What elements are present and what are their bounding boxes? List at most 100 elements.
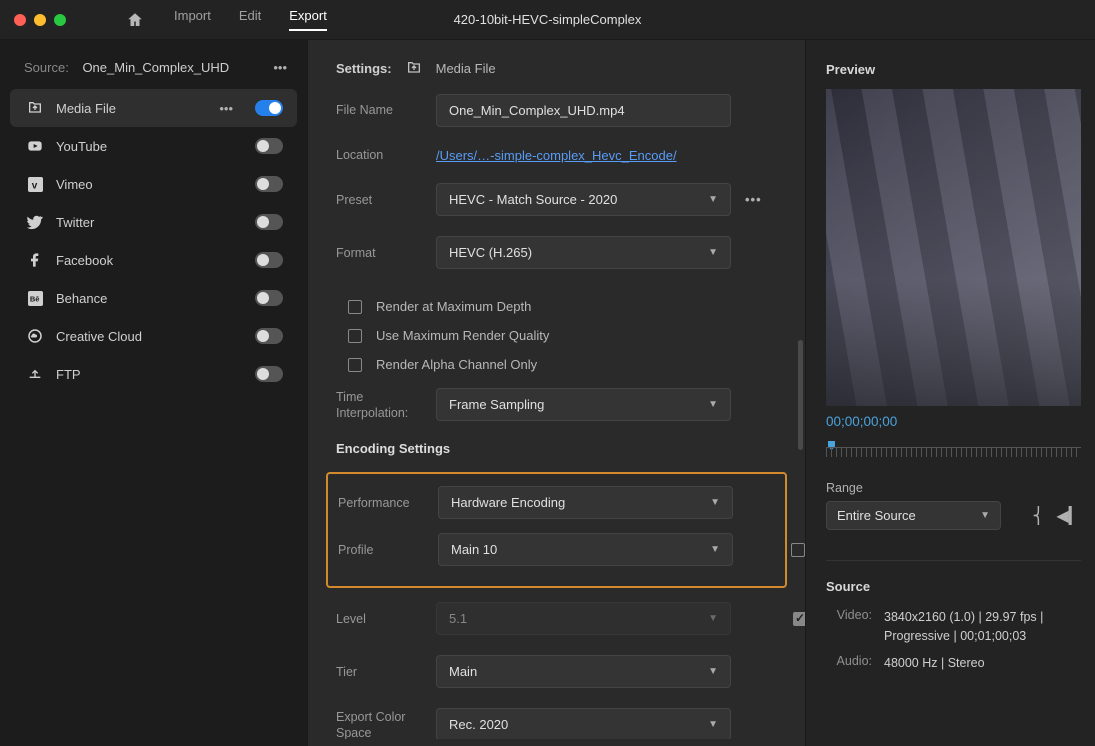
dest-toggle[interactable]	[255, 328, 283, 344]
mark-in-button[interactable]: ⎨	[1032, 506, 1044, 526]
performance-select[interactable]: Hardware Encoding ▼	[438, 486, 733, 519]
check-alpha-only[interactable]: Render Alpha Channel Only	[348, 357, 777, 372]
preset-more-button[interactable]: •••	[745, 192, 762, 207]
checkbox-icon	[348, 300, 362, 314]
time-interp-value: Frame Sampling	[449, 397, 544, 412]
dest-label: FTP	[56, 367, 243, 382]
settings-label: Settings:	[336, 61, 392, 76]
tab-edit[interactable]: Edit	[239, 8, 261, 31]
behance-icon: Bē	[26, 289, 44, 307]
dest-toggle[interactable]	[255, 138, 283, 154]
export-icon	[26, 99, 44, 117]
video-info-label: Video:	[826, 608, 872, 646]
location-link[interactable]: /Users/…-simple-complex_Hevc_Encode/	[436, 148, 677, 163]
source-more-icon[interactable]: •••	[271, 60, 289, 75]
dest-media-file[interactable]: Media File •••	[10, 89, 297, 127]
check-label: Render Alpha Channel Only	[376, 357, 537, 372]
dest-toggle[interactable]	[255, 100, 283, 116]
performance-label: Performance	[338, 495, 438, 511]
tier-select[interactable]: Main ▼	[436, 655, 731, 688]
audio-info-label: Audio:	[826, 654, 872, 673]
video-info-value: 3840x2160 (1.0) | 29.97 fps | Progressiv…	[884, 608, 1081, 646]
creativecloud-icon	[26, 327, 44, 345]
preview-panel: Preview 00;00;00;00 Range Entire Source▼…	[805, 40, 1095, 746]
range-select[interactable]: Entire Source▼	[826, 501, 1001, 530]
check-label: Render at Maximum Depth	[376, 299, 531, 314]
tab-export[interactable]: Export	[289, 8, 327, 31]
checkbox-icon	[348, 329, 362, 343]
scrollbar[interactable]	[798, 340, 803, 450]
in-out-markers: ⎨ ◀▎	[1032, 506, 1081, 526]
youtube-icon	[26, 137, 44, 155]
chevron-down-icon: ▼	[708, 194, 718, 205]
location-label: Location	[336, 147, 436, 163]
dest-ftp[interactable]: FTP	[10, 355, 297, 393]
mark-out-button[interactable]: ◀▎	[1056, 506, 1081, 526]
timecode[interactable]: 00;00;00;00	[826, 414, 1095, 429]
colorspace-label: Export Color Space	[336, 709, 436, 740]
colorspace-select[interactable]: Rec. 2020▼	[436, 708, 731, 739]
close-window-button[interactable]	[14, 14, 26, 26]
dest-label: Facebook	[56, 253, 243, 268]
profile-match-checkbox[interactable]	[791, 543, 805, 557]
dest-toggle[interactable]	[255, 290, 283, 306]
source-info-title: Source	[826, 579, 1081, 594]
dest-vimeo[interactable]: v Vimeo	[10, 165, 297, 203]
dest-toggle[interactable]	[255, 176, 283, 192]
level-value: 5.1	[449, 611, 467, 626]
dest-label: Media File	[56, 101, 207, 116]
dest-more-icon[interactable]: •••	[219, 101, 233, 116]
timeline[interactable]	[826, 439, 1081, 461]
dest-label: YouTube	[56, 139, 243, 154]
performance-value: Hardware Encoding	[451, 495, 565, 510]
workspace-tabs: Import Edit Export	[174, 8, 327, 31]
chevron-down-icon: ▼	[710, 544, 720, 555]
dest-label: Vimeo	[56, 177, 243, 192]
source-label: Source:	[24, 60, 69, 75]
format-select[interactable]: HEVC (H.265)▼	[436, 236, 731, 269]
twitter-icon	[26, 213, 44, 231]
chevron-down-icon: ▼	[980, 510, 990, 521]
time-interp-select[interactable]: Frame Sampling▼	[436, 388, 731, 421]
home-icon[interactable]	[126, 11, 144, 29]
settings-panel: Settings: Media File File Name Location …	[308, 40, 805, 746]
preview-title: Preview	[826, 62, 1095, 77]
chevron-down-icon: ▼	[710, 497, 720, 508]
time-interp-label: Time Interpolation:	[336, 389, 436, 422]
dest-toggle[interactable]	[255, 366, 283, 382]
vimeo-icon: v	[26, 175, 44, 193]
tab-import[interactable]: Import	[174, 8, 211, 31]
titlebar: Import Edit Export 420-10bit-HEVC-simple…	[0, 0, 1095, 40]
preset-label: Preset	[336, 192, 436, 208]
dest-youtube[interactable]: YouTube	[10, 127, 297, 165]
window-controls	[14, 14, 66, 26]
maximize-window-button[interactable]	[54, 14, 66, 26]
dest-label: Twitter	[56, 215, 243, 230]
source-clip-name[interactable]: One_Min_Complex_UHD	[82, 60, 229, 75]
level-match-checkbox[interactable]	[793, 612, 805, 626]
check-label: Use Maximum Render Quality	[376, 328, 549, 343]
dest-toggle[interactable]	[255, 252, 283, 268]
svg-text:Bē: Bē	[29, 294, 39, 303]
dest-label: Behance	[56, 291, 243, 306]
chevron-down-icon: ▼	[708, 666, 718, 677]
profile-label: Profile	[338, 542, 438, 558]
dest-creative-cloud[interactable]: Creative Cloud	[10, 317, 297, 355]
highlighted-settings: Performance Hardware Encoding ▼ Profile M…	[326, 472, 787, 588]
minimize-window-button[interactable]	[34, 14, 46, 26]
dest-behance[interactable]: Bē Behance	[10, 279, 297, 317]
tier-value: Main	[449, 664, 477, 679]
format-value: HEVC (H.265)	[449, 245, 532, 260]
preset-value: HEVC - Match Source - 2020	[449, 192, 617, 207]
profile-select[interactable]: Main 10▼	[438, 533, 733, 566]
check-render-max-depth[interactable]: Render at Maximum Depth	[348, 299, 777, 314]
dest-facebook[interactable]: Facebook	[10, 241, 297, 279]
check-max-render-quality[interactable]: Use Maximum Render Quality	[348, 328, 777, 343]
preset-select[interactable]: HEVC - Match Source - 2020 ▼	[436, 183, 731, 216]
chevron-down-icon: ▼	[708, 613, 718, 624]
level-select: 5.1 ▼	[436, 602, 731, 635]
dest-twitter[interactable]: Twitter	[10, 203, 297, 241]
dest-toggle[interactable]	[255, 214, 283, 230]
file-name-input[interactable]	[436, 94, 731, 127]
dest-label: Creative Cloud	[56, 329, 243, 344]
